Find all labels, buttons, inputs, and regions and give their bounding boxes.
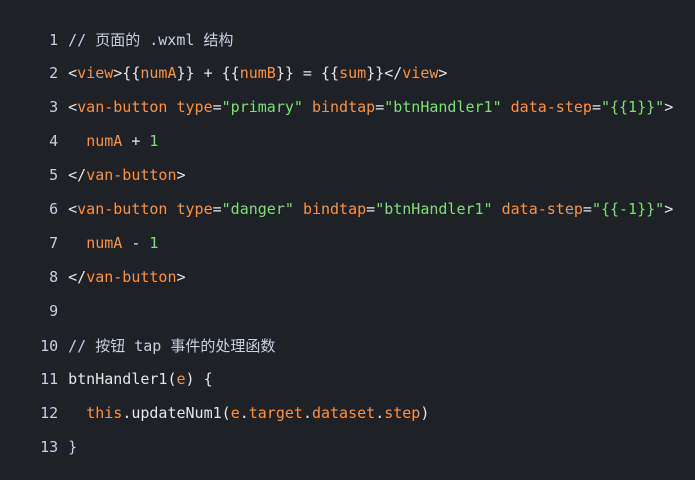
code-line: 5 </van-button> xyxy=(0,142,185,184)
code-line: 9 xyxy=(0,278,68,320)
code-text: </van-button> xyxy=(68,268,186,286)
code-text: this.updateNum1(e.target.dataset.step) xyxy=(86,404,430,422)
code-line: 7 numA - 1 xyxy=(0,210,158,252)
code-line: 12 this.updateNum1(e.target.dataset.step… xyxy=(0,380,429,422)
code-line: 8 </van-button> xyxy=(0,244,185,286)
code-text: } xyxy=(68,438,78,456)
line-number: 13 xyxy=(40,438,59,456)
code-line: 3 <van-button type="primary" bindtap="btn… xyxy=(0,74,673,116)
code-editor: 1// 页面的 .wxml 结构 2 <view>{{numA}} + {{num… xyxy=(0,0,695,456)
code-line: 11 btnHandler1(e) { xyxy=(0,346,213,388)
code-text: <van-button type="danger" bindtap="btnHa… xyxy=(68,200,674,218)
code-text: <van-button type="primary" bindtap="btnH… xyxy=(68,98,674,116)
code-line: 10// 按钮 tap 事件的处理函数 xyxy=(0,313,275,355)
code-line: 4 numA + 1 xyxy=(0,108,158,150)
code-line: 6 <van-button type="danger" bindtap="btnH… xyxy=(0,176,673,218)
code-line: 1// 页面的 .wxml 结构 xyxy=(0,7,233,49)
code-line: 2 <view>{{numA}} + {{numB}} = {{sum}}</vi… xyxy=(0,40,447,82)
code-line: 13} xyxy=(0,414,77,456)
